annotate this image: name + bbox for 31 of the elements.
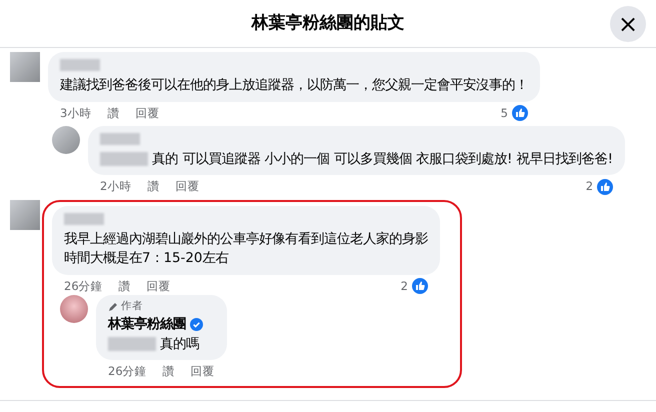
author-label: 作者 — [121, 298, 143, 314]
avatar-photo[interactable] — [10, 52, 40, 82]
reply-link[interactable]: 回覆 — [190, 363, 215, 380]
reply-link[interactable]: 回覆 — [135, 104, 160, 122]
post-title: 林葉亭粉絲團的貼文 — [252, 12, 404, 35]
reply-link[interactable]: 回覆 — [175, 178, 200, 196]
like-count: 2 — [400, 278, 408, 295]
commenter-name[interactable]: 林葉亭粉絲團 — [108, 314, 186, 335]
like-reaction-icon — [512, 105, 528, 122]
avatar-photo[interactable] — [52, 126, 80, 154]
like-count: 5 — [500, 104, 508, 122]
like-link[interactable]: 讚 — [147, 178, 160, 196]
comment-text: 真的嗎 — [160, 336, 199, 352]
avatar-photo[interactable] — [10, 200, 40, 230]
comment-time[interactable]: 26分鐘 — [64, 278, 103, 295]
reply-link[interactable]: 回覆 — [146, 278, 171, 295]
pencil-icon — [108, 302, 118, 312]
like-count: 2 — [586, 178, 594, 196]
comment-time[interactable]: 2小時 — [100, 178, 132, 196]
like-link[interactable]: 讚 — [162, 363, 175, 380]
comment-text: 建議找到爸爸後可以在他的身上放追蹤器，以防萬一，您父親一定會平安沒事的！ — [60, 78, 528, 94]
comment-text: 我早上經過內湖碧山巖外的公車亭好像有看到這位老人家的身影 時間大概是在7：15-20左右 — [64, 232, 428, 266]
avatar-photo[interactable] — [60, 294, 88, 323]
like-link[interactable]: 讚 — [107, 104, 120, 122]
comment-text: 真的 可以買追蹤器 小小的一個 可以多買幾個 衣服口袋到處放! 祝早日找到爸爸! — [152, 152, 614, 167]
close-button[interactable]: × — [610, 6, 646, 42]
like-reaction-icon — [412, 278, 428, 294]
comment-time[interactable]: 26分鐘 — [108, 363, 147, 380]
like-link[interactable]: 讚 — [118, 278, 131, 295]
comment-time[interactable]: 3小時 — [60, 104, 92, 122]
like-reaction-icon — [597, 178, 614, 195]
